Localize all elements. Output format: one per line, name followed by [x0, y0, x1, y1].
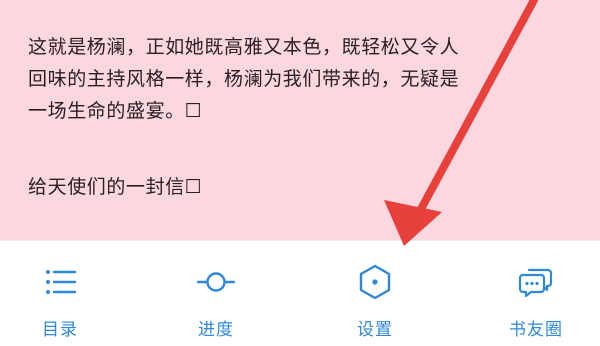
- progress-slider-icon: [197, 272, 235, 292]
- reader-bottom-toolbar: 目录 进度 设置 书友圈: [0, 240, 600, 346]
- partially-hidden-text-line: [28, 0, 381, 14]
- paragraph-line: 回味的主持风格一样，杨澜为我们带来的，无疑是: [28, 68, 460, 90]
- list-icon: [46, 270, 77, 294]
- body-paragraph: 这就是杨澜，正如她既高雅又本色，既轻松又令人 回味的主持风格一样，杨澜为我们带来的…: [28, 31, 459, 127]
- paragraph-line: 一场生命的盛宴。☐: [28, 100, 203, 122]
- partially-hidden-text-line: [28, 228, 381, 240]
- reading-area: 这就是杨澜，正如她既高雅又本色，既轻松又令人 回味的主持风格一样，杨澜为我们带来的…: [0, 0, 600, 240]
- catalog-label: 目录: [42, 320, 78, 340]
- paragraph-line: 这就是杨澜，正如她既高雅又本色，既轻松又令人: [28, 36, 460, 58]
- catalog-button[interactable]: 目录: [5, 263, 115, 343]
- chapter-heading-line: 给天使们的一封信☐: [28, 176, 203, 198]
- chat-bubbles-icon: [518, 268, 553, 298]
- book-friends-button[interactable]: 书友圈: [481, 263, 591, 343]
- progress-label: 进度: [198, 320, 234, 340]
- progress-button[interactable]: 进度: [161, 263, 271, 343]
- settings-label: 设置: [357, 320, 393, 340]
- hexagon-settings-icon: [359, 264, 391, 300]
- settings-button[interactable]: 设置: [320, 263, 430, 343]
- book-friends-label: 书友圈: [509, 320, 563, 340]
